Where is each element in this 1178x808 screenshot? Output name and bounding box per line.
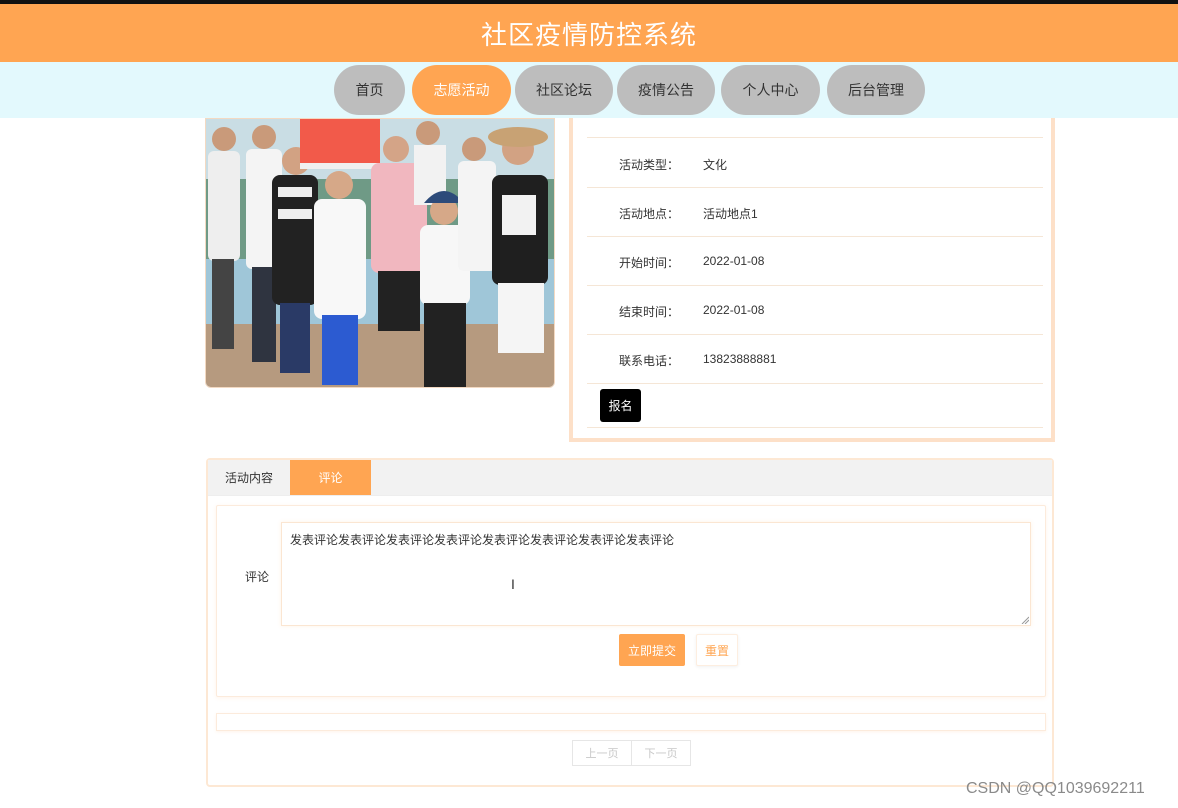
resize-grip-icon[interactable] bbox=[1021, 616, 1029, 624]
detail-value: 2022-01-08 bbox=[703, 254, 765, 268]
site-header: 社区疫情防控系统 bbox=[0, 4, 1178, 62]
watermark: CSDN @QQ1039692211 bbox=[966, 780, 1145, 797]
detail-label: 联系电话： bbox=[619, 354, 680, 368]
activity-details-panel: 活动类型： 文化 活动地点： 活动地点1 开始时间： 2022-01-08 结束… bbox=[569, 118, 1055, 442]
tab-activity-content[interactable]: 活动内容 bbox=[208, 460, 290, 495]
divider bbox=[587, 427, 1043, 428]
detail-label: 活动地点： bbox=[619, 207, 680, 221]
nav-volunteer-activity[interactable]: 志愿活动 bbox=[412, 65, 511, 115]
detail-value: 13823888881 bbox=[703, 352, 777, 366]
site-title: 社区疫情防控系统 bbox=[480, 19, 697, 50]
reset-button[interactable]: 重置 bbox=[696, 634, 738, 666]
detail-label: 活动类型： bbox=[619, 158, 680, 172]
detail-row-end-time: 结束时间： 2022-01-08 bbox=[587, 285, 1043, 335]
submit-button[interactable]: 立即提交 bbox=[619, 634, 685, 666]
nav-home[interactable]: 首页 bbox=[334, 65, 405, 115]
text-cursor-icon: I bbox=[511, 576, 515, 592]
comment-form: 评论 发表评论发表评论发表评论发表评论发表评论发表评论发表评论发表评论 I 立即… bbox=[216, 505, 1046, 697]
detail-label: 结束时间： bbox=[619, 305, 680, 319]
detail-row-phone: 联系电话： 13823888881 bbox=[587, 334, 1043, 384]
detail-row-type: 活动类型： 文化 bbox=[587, 138, 1043, 188]
detail-value: 文化 bbox=[703, 158, 728, 172]
activity-photo bbox=[205, 118, 555, 388]
detail-value: 活动地点1 bbox=[703, 207, 758, 221]
prev-page-button[interactable]: 上一页 bbox=[572, 740, 632, 766]
detail-row-location: 活动地点： 活动地点1 bbox=[587, 187, 1043, 237]
detail-row-start-time: 开始时间： 2022-01-08 bbox=[587, 236, 1043, 286]
comment-textarea[interactable]: 发表评论发表评论发表评论发表评论发表评论发表评论发表评论发表评论 bbox=[281, 522, 1031, 626]
signup-button[interactable]: 报名 bbox=[600, 389, 641, 422]
tab-comments[interactable]: 评论 bbox=[290, 460, 371, 495]
next-page-button[interactable]: 下一页 bbox=[632, 740, 691, 766]
pagination: 上一页 下一页 bbox=[572, 740, 691, 766]
comment-list bbox=[216, 713, 1046, 731]
tab-bar: 活动内容 评论 bbox=[208, 460, 1052, 496]
comment-label: 评论 bbox=[245, 570, 270, 584]
detail-label: 开始时间： bbox=[619, 256, 680, 270]
activity-tabs-panel: 活动内容 评论 评论 发表评论发表评论发表评论发表评论发表评论发表评论发表评论发… bbox=[206, 458, 1054, 787]
detail-value: 2022-01-08 bbox=[703, 303, 765, 317]
detail-row-partial bbox=[587, 88, 1043, 138]
